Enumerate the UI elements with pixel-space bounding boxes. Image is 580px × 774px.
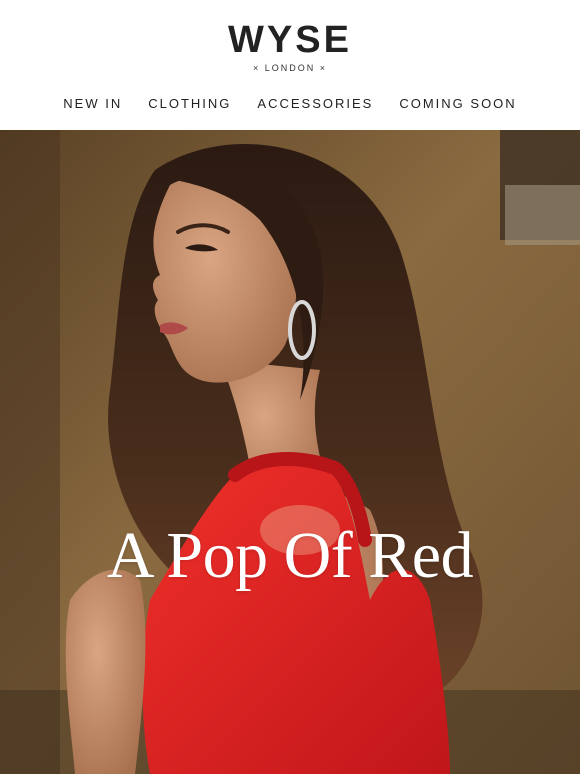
brand-logo[interactable]: WYSE × LONDON × xyxy=(0,18,580,73)
nav-new-in[interactable]: NEW IN xyxy=(63,96,122,111)
brand-subtitle: × LONDON × xyxy=(252,63,328,73)
hand xyxy=(65,569,146,774)
hero-banner[interactable]: A Pop Of Red xyxy=(0,130,580,774)
hero-headline: A Pop Of Red xyxy=(106,519,474,592)
brand-name: WYSE xyxy=(228,19,352,61)
nav-clothing[interactable]: CLOTHING xyxy=(148,96,231,111)
nav-accessories[interactable]: ACCESSORIES xyxy=(257,96,373,111)
email-page: WYSE × LONDON × NEW IN CLOTHING ACCESSOR… xyxy=(0,0,580,774)
email-header: WYSE × LONDON × NEW IN CLOTHING ACCESSOR… xyxy=(0,0,580,130)
hero-image xyxy=(0,130,580,774)
nav-coming-soon[interactable]: COMING SOON xyxy=(399,96,516,111)
main-nav: NEW IN CLOTHING ACCESSORIES COMING SOON xyxy=(0,96,580,111)
